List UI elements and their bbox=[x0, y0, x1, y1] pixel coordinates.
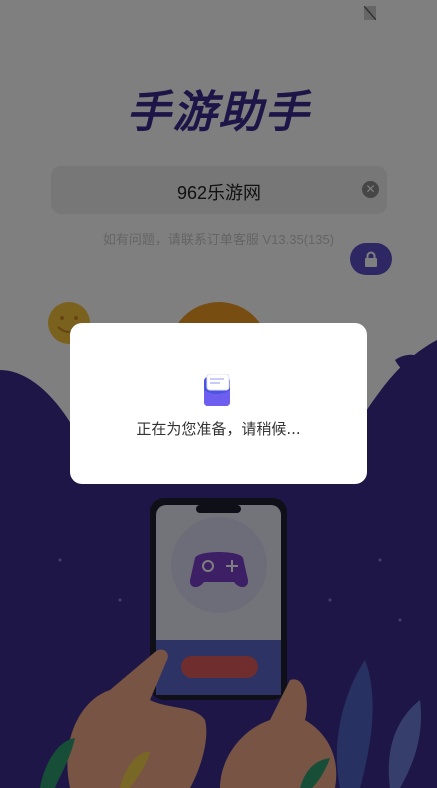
loading-dialog: 正在为您准备，请稍候... bbox=[70, 323, 367, 484]
loading-icon bbox=[204, 374, 230, 406]
screen: 6 6:04 手游助手 962乐游网 ✕ 如有问题，请联系订单客服 V13.35… bbox=[0, 0, 437, 788]
loading-message: 正在为您准备，请稍候... bbox=[136, 420, 301, 438]
